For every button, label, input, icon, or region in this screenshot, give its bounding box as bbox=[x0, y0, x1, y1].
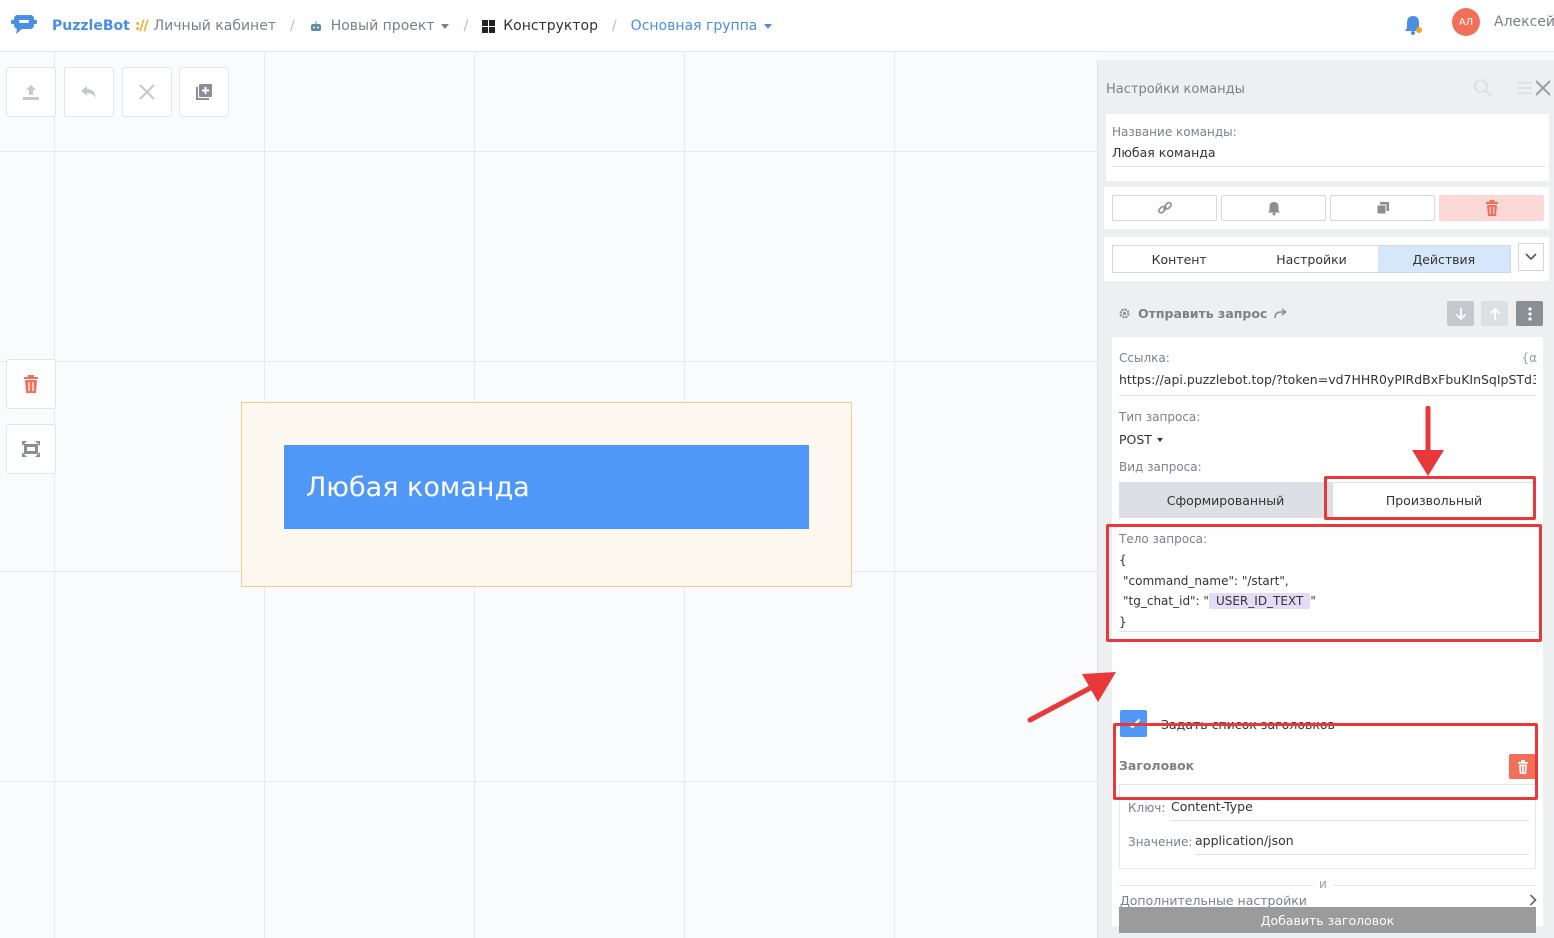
highlight-custom-option bbox=[1324, 476, 1536, 520]
add-copy-button[interactable] bbox=[179, 67, 229, 117]
copy-icon bbox=[1376, 202, 1389, 215]
tab-actions[interactable]: Действия bbox=[1377, 246, 1510, 272]
chevron-down-icon bbox=[764, 23, 773, 29]
link-button[interactable] bbox=[1112, 195, 1217, 221]
duplicate-button[interactable] bbox=[1330, 195, 1435, 221]
more-options-button[interactable] bbox=[1516, 301, 1543, 326]
constructor-canvas[interactable]: Любая команда bbox=[0, 53, 1100, 938]
arrow-down-icon bbox=[1455, 307, 1466, 320]
crumb-constructor-label: Конструктор bbox=[503, 18, 598, 34]
add-header-button[interactable]: Добавить заголовок bbox=[1119, 907, 1536, 933]
highlight-body bbox=[1106, 524, 1542, 642]
method-select[interactable]: POST bbox=[1119, 432, 1163, 447]
method-value: POST bbox=[1119, 432, 1152, 447]
kebab-menu-icon bbox=[1527, 306, 1532, 321]
crumb-project-label: Новый проект bbox=[330, 18, 435, 34]
crumb-constructor[interactable]: Конструктор bbox=[482, 18, 598, 34]
tabs-dropdown-button[interactable] bbox=[1518, 243, 1544, 271]
panel-title: Настройки команды bbox=[1106, 82, 1245, 97]
panel-header-icons bbox=[1473, 78, 1554, 98]
tab-bar: Контент Настройки Действия bbox=[1112, 245, 1511, 273]
gear-icon bbox=[1119, 308, 1130, 319]
chevron-down-icon bbox=[441, 23, 450, 29]
fit-view-icon bbox=[22, 441, 40, 457]
action-title: Отправить запрос bbox=[1138, 306, 1268, 321]
brand-separator: :// bbox=[134, 18, 149, 34]
upload-icon bbox=[23, 85, 39, 100]
user-name[interactable]: Алексей bbox=[1494, 14, 1554, 30]
undo-button[interactable] bbox=[64, 67, 114, 117]
bell-icon[interactable] bbox=[1402, 13, 1424, 37]
method-label: Тип запроса: bbox=[1119, 410, 1201, 424]
crumb-group[interactable]: Основная группа bbox=[631, 18, 773, 34]
crumb-separator: / bbox=[463, 18, 469, 34]
action-header: Отправить запрос bbox=[1118, 306, 1288, 321]
brand-name[interactable]: PuzzleBot bbox=[52, 18, 130, 34]
add-copy-icon bbox=[196, 84, 212, 100]
url-input[interactable]: https://api.puzzlebot.top/?token=vd7HHR0… bbox=[1119, 372, 1536, 396]
tabs-block: Контент Настройки Действия bbox=[1104, 237, 1549, 281]
close-icon bbox=[139, 84, 155, 100]
chevron-right-icon[interactable] bbox=[1529, 894, 1537, 906]
redirect-icon bbox=[1274, 308, 1288, 319]
puzzlebot-logo-icon[interactable] bbox=[10, 11, 38, 37]
header-key-input[interactable]: Content-Type bbox=[1171, 799, 1529, 821]
close-button[interactable] bbox=[122, 67, 172, 117]
kind-formed-option[interactable]: Сформированный bbox=[1119, 482, 1332, 518]
crumb-cabinet[interactable]: Личный кабинет bbox=[154, 18, 276, 34]
command-node[interactable]: Любая команда bbox=[284, 445, 809, 529]
upload-button[interactable] bbox=[6, 67, 56, 117]
command-node-frame[interactable]: Любая команда bbox=[241, 402, 852, 587]
url-label: Ссылка: bbox=[1119, 351, 1170, 365]
header-key-label: Ключ: bbox=[1128, 801, 1166, 815]
fit-view-button[interactable] bbox=[6, 424, 56, 474]
arrow-annotation-icon bbox=[1412, 406, 1444, 476]
caret-down-icon bbox=[1156, 437, 1163, 442]
and-label: и bbox=[1313, 877, 1333, 891]
close-icon[interactable] bbox=[1534, 79, 1552, 97]
header-value-label: Значение: bbox=[1128, 835, 1193, 849]
move-down-button[interactable] bbox=[1447, 301, 1474, 326]
arrow-annotation-icon bbox=[1027, 672, 1116, 723]
search-icon[interactable] bbox=[1473, 78, 1493, 98]
move-up-button[interactable] bbox=[1481, 301, 1508, 326]
bell-icon bbox=[1267, 201, 1280, 215]
variable-insert-hint[interactable]: {α bbox=[1521, 351, 1537, 365]
breadcrumb: PuzzleBot :// Личный кабинет / Новый про… bbox=[52, 0, 773, 52]
grid-icon bbox=[482, 19, 496, 33]
command-actions-block bbox=[1104, 187, 1549, 229]
highlight-header bbox=[1113, 723, 1538, 800]
chevron-down-icon bbox=[1525, 253, 1537, 261]
top-bar: PuzzleBot :// Личный кабинет / Новый про… bbox=[0, 0, 1554, 52]
trash-icon bbox=[1485, 200, 1498, 216]
tab-settings[interactable]: Настройки bbox=[1245, 246, 1378, 272]
crumb-separator: / bbox=[289, 18, 295, 34]
command-actions bbox=[1112, 195, 1544, 221]
trash-icon bbox=[24, 375, 38, 393]
tab-content[interactable]: Контент bbox=[1113, 246, 1246, 272]
bot-icon bbox=[309, 20, 323, 32]
header-value-input[interactable]: application/json bbox=[1195, 833, 1529, 855]
delete-command-button[interactable] bbox=[1439, 195, 1544, 221]
kind-label: Вид запроса: bbox=[1119, 460, 1202, 474]
command-name-input[interactable]: Любая команда bbox=[1112, 145, 1545, 167]
crumb-group-label: Основная группа bbox=[630, 18, 758, 34]
delete-node-button[interactable] bbox=[6, 359, 56, 409]
crumb-separator: / bbox=[611, 18, 617, 34]
link-icon bbox=[1157, 201, 1172, 214]
arrow-up-icon bbox=[1489, 307, 1500, 320]
crumb-project[interactable]: Новый проект bbox=[309, 18, 450, 34]
command-name-block: Название команды: Любая команда bbox=[1106, 114, 1549, 181]
command-name-label: Название команды: bbox=[1112, 125, 1237, 139]
notify-button[interactable] bbox=[1221, 195, 1326, 221]
more-settings-link[interactable]: Дополнительные настройки bbox=[1120, 893, 1307, 908]
avatar[interactable]: АЛ bbox=[1452, 8, 1480, 36]
undo-icon bbox=[81, 86, 96, 98]
